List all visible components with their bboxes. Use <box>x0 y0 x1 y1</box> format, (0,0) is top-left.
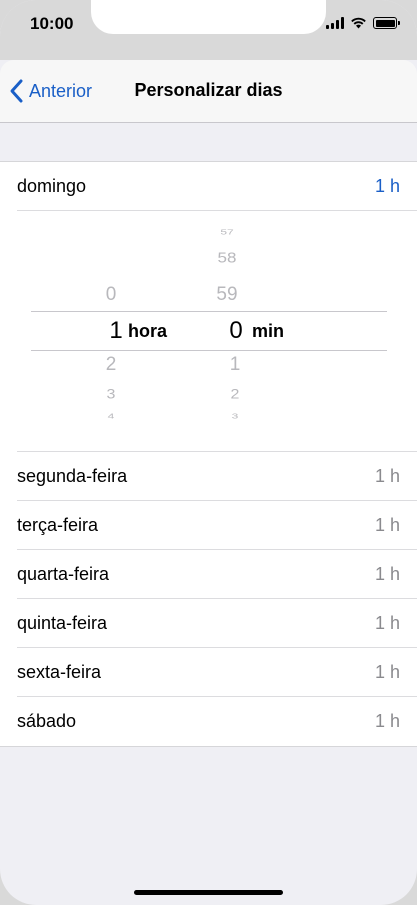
day-duration: 1 h <box>374 564 400 584</box>
day-name: segunda-feira <box>17 466 128 486</box>
day-row-sexta[interactable]: sexta-feira 1 h <box>0 648 417 697</box>
minute-selected[interactable]: 0 <box>216 317 256 345</box>
status-icons <box>326 17 400 29</box>
day-name: terça-feira <box>17 515 99 535</box>
minute-unit-label: min <box>252 321 285 341</box>
day-duration: 1 h <box>374 176 400 196</box>
days-list: domingo 1 h 0 1 hora 2 3 4 57 58 59 0 mi… <box>0 161 417 747</box>
hour-option[interactable]: 0 <box>91 284 131 306</box>
day-duration: 1 h <box>374 662 400 682</box>
notch <box>91 0 326 34</box>
day-row-segunda[interactable]: segunda-feira 1 h <box>0 452 417 501</box>
hour-unit-label: hora <box>128 321 168 341</box>
minute-option[interactable]: 57 <box>207 228 247 236</box>
page-title: Personalizar dias <box>134 80 283 100</box>
home-indicator[interactable] <box>134 890 283 895</box>
picker-selection-band <box>31 311 387 351</box>
day-row-sabado[interactable]: sábado 1 h <box>0 697 417 746</box>
day-name: sábado <box>17 711 77 731</box>
phone-frame: 10:00 Anterior Personalizar dias domingo… <box>0 0 417 905</box>
screen: 10:00 Anterior Personalizar dias domingo… <box>0 0 417 905</box>
minute-option[interactable]: 1 <box>215 354 255 376</box>
day-duration: 1 h <box>374 466 400 486</box>
day-name: quarta-feira <box>17 564 110 584</box>
minute-option[interactable]: 59 <box>207 284 247 306</box>
hour-option[interactable]: 4 <box>91 412 131 420</box>
minute-option[interactable]: 3 <box>215 412 255 420</box>
day-duration: 1 h <box>374 515 400 535</box>
day-duration: 1 h <box>374 711 400 731</box>
minute-option[interactable]: 58 <box>207 250 247 267</box>
status-time: 10:00 <box>30 14 74 33</box>
battery-icon <box>373 17 400 29</box>
hour-option[interactable]: 3 <box>91 387 131 402</box>
day-row-quinta[interactable]: quinta-feira 1 h <box>0 599 417 648</box>
day-row-terca[interactable]: terça-feira 1 h <box>0 501 417 550</box>
status-bar: 10:00 <box>0 0 417 60</box>
day-duration: 1 h <box>374 613 400 633</box>
day-name: sexta-feira <box>17 662 102 682</box>
day-name: quinta-feira <box>17 613 108 633</box>
navigation-bar: Anterior Personalizar dias <box>0 60 417 123</box>
wifi-icon <box>351 17 366 29</box>
signal-icon <box>326 17 344 29</box>
hour-option[interactable]: 2 <box>91 354 131 376</box>
duration-picker[interactable]: 0 1 hora 2 3 4 57 58 59 0 min 1 2 3 <box>0 211 417 452</box>
day-name: domingo <box>17 176 87 196</box>
minute-option[interactable]: 2 <box>215 387 255 402</box>
day-row-quarta[interactable]: quarta-feira 1 h <box>0 550 417 599</box>
day-row-domingo[interactable]: domingo 1 h <box>0 162 417 211</box>
